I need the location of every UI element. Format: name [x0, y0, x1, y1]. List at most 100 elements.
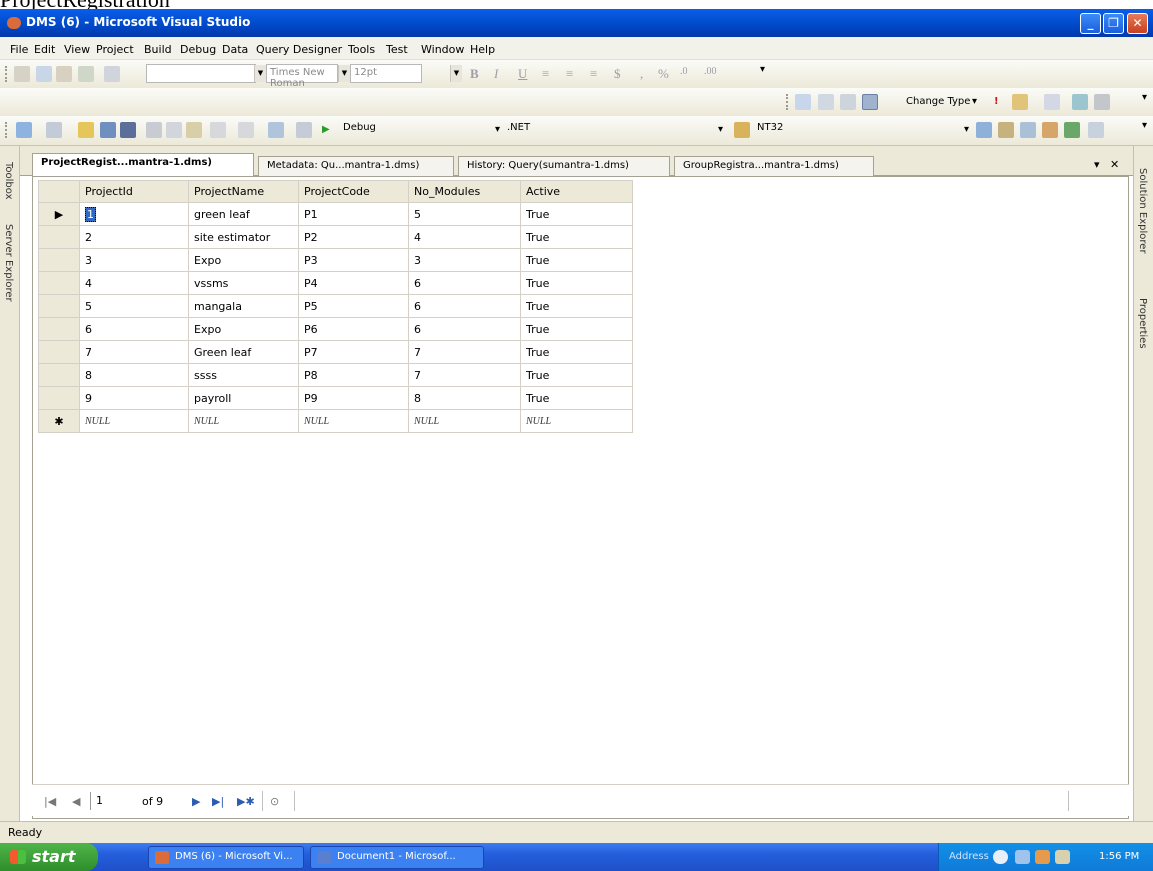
cell-project-code[interactable]: P7	[298, 340, 409, 364]
row-header[interactable]	[38, 248, 80, 272]
cell-project-id[interactable]: 1	[79, 202, 189, 226]
cell-active[interactable]: True	[520, 225, 633, 249]
start-page-icon[interactable]	[1064, 122, 1080, 138]
cell-project-id[interactable]: 5	[79, 294, 189, 318]
cell-project-name[interactable]: Expo	[188, 248, 299, 272]
table-row[interactable]: ▶ 1 green leaf P1 5 True	[38, 202, 633, 226]
cell-project-code[interactable]: P6	[298, 317, 409, 341]
verify-sql-icon[interactable]	[1012, 94, 1028, 110]
cell-project-name[interactable]: vssms	[188, 271, 299, 295]
column-header[interactable]: ProjectId	[79, 180, 189, 203]
cell-value[interactable]: 1	[85, 206, 96, 222]
add-derived-table-icon[interactable]	[1094, 94, 1110, 110]
cell-no-modules[interactable]: 7	[408, 363, 521, 387]
cell-active[interactable]: True	[520, 363, 633, 387]
brush-icon[interactable]	[56, 66, 72, 82]
table-row[interactable]: 4 vssms P4 6 True	[38, 271, 633, 295]
cell-project-id[interactable]: 8	[79, 363, 189, 387]
platform-select[interactable]: .NET	[504, 120, 644, 139]
cell-project-id[interactable]: 7	[79, 340, 189, 364]
navigate-backward-icon[interactable]	[268, 122, 284, 138]
cell-project-name[interactable]: ssss	[188, 363, 299, 387]
menu-test[interactable]: Test	[386, 43, 408, 56]
save-all-icon[interactable]	[120, 122, 136, 138]
change-type-button[interactable]: Change Type	[906, 96, 970, 107]
tab-history-query[interactable]: History: Query(sumantra-1.dms)	[458, 156, 670, 176]
cell-no-modules[interactable]: 3	[408, 248, 521, 272]
table-row[interactable]: 9 payroll P9 8 True	[38, 386, 633, 410]
font-dropdown-arrow[interactable]: ▼	[338, 65, 350, 82]
align-left-icon[interactable]: ≡	[542, 66, 549, 82]
currency-icon[interactable]: $	[614, 66, 621, 82]
add-item-icon[interactable]	[46, 122, 62, 138]
last-record-icon[interactable]: ▶|	[212, 795, 224, 808]
bold-icon[interactable]: B	[470, 66, 479, 82]
cell-project-code[interactable]: P9	[298, 386, 409, 410]
underline-icon[interactable]: U	[518, 66, 527, 82]
cell-project-code[interactable]: P2	[298, 225, 409, 249]
close-button[interactable]: ✕	[1127, 13, 1148, 34]
undo-icon[interactable]	[210, 122, 226, 138]
align-right-icon[interactable]: ≡	[590, 66, 597, 82]
style-icon[interactable]	[36, 66, 52, 82]
cell-active[interactable]: True	[520, 340, 633, 364]
font-name-select[interactable]: Times New Roman	[266, 64, 338, 89]
cell-project-code[interactable]: P5	[298, 294, 409, 318]
add-table-icon[interactable]	[1072, 94, 1088, 110]
new-project-icon[interactable]	[16, 122, 32, 138]
cell-no-modules[interactable]: 6	[408, 317, 521, 341]
column-header[interactable]: ProjectCode	[298, 180, 409, 203]
toolbox-icon[interactable]	[1042, 122, 1058, 138]
cell-project-name[interactable]: Expo	[188, 317, 299, 341]
solution-explorer-icon[interactable]	[976, 122, 992, 138]
cell-null[interactable]: NULL	[408, 409, 521, 433]
find-input[interactable]: NT32	[754, 120, 954, 139]
address-label[interactable]: Address	[949, 851, 989, 862]
toolbox-tab[interactable]: Toolbox	[3, 162, 14, 200]
cell-project-name[interactable]: site estimator	[188, 225, 299, 249]
solution-explorer-tab[interactable]: Solution Explorer	[1137, 168, 1148, 254]
new-row[interactable]: ✱ NULL NULL NULL NULL NULL	[38, 409, 633, 433]
menu-view[interactable]: View	[64, 43, 90, 56]
row-header-corner[interactable]	[38, 180, 80, 203]
align-center-icon[interactable]: ≡	[566, 66, 573, 82]
cell-project-name[interactable]: payroll	[188, 386, 299, 410]
tray-utility-icon[interactable]	[1055, 850, 1070, 864]
table-row[interactable]: 3 Expo P3 3 True	[38, 248, 633, 272]
percent-icon[interactable]: %	[658, 66, 669, 82]
find-combo-dropdown-icon[interactable]: ▾	[964, 124, 969, 135]
cell-no-modules[interactable]: 5	[408, 202, 521, 226]
tray-app-icon[interactable]	[1035, 850, 1050, 864]
style-dropdown-arrow[interactable]: ▼	[254, 65, 266, 82]
cell-project-code[interactable]: P4	[298, 271, 409, 295]
cell-no-modules[interactable]: 4	[408, 225, 521, 249]
menu-debug[interactable]: Debug	[180, 43, 216, 56]
cell-project-id[interactable]: 6	[79, 317, 189, 341]
align-icon[interactable]	[14, 66, 30, 82]
cell-project-code[interactable]: P3	[298, 248, 409, 272]
diagram-pane-icon[interactable]	[795, 94, 811, 110]
print-icon[interactable]	[104, 66, 120, 82]
cell-project-id[interactable]: 3	[79, 248, 189, 272]
address-toggle-icon[interactable]	[993, 850, 1008, 864]
menu-tools[interactable]: Tools	[348, 43, 375, 56]
cell-null[interactable]: NULL	[79, 409, 189, 433]
properties-icon[interactable]	[998, 122, 1014, 138]
cell-active[interactable]: True	[520, 248, 633, 272]
row-header[interactable]	[38, 386, 80, 410]
increase-decimal-icon[interactable]: .0	[680, 66, 688, 77]
style-select[interactable]	[146, 64, 256, 83]
menu-build[interactable]: Build	[144, 43, 172, 56]
current-record-input[interactable]: 1	[90, 792, 140, 810]
more-windows-icon[interactable]	[1088, 122, 1104, 138]
italic-icon[interactable]: I	[494, 66, 498, 82]
criteria-pane-icon[interactable]	[818, 94, 834, 110]
link-icon[interactable]	[78, 66, 94, 82]
paste-icon[interactable]	[186, 122, 202, 138]
toolbar-overflow-icon[interactable]: ▾	[1142, 92, 1147, 103]
menu-project[interactable]: Project	[96, 43, 134, 56]
decrease-decimal-icon[interactable]: .00	[704, 66, 717, 77]
toolbar-grip[interactable]	[5, 122, 8, 138]
column-header[interactable]: ProjectName	[188, 180, 299, 203]
row-header[interactable]	[38, 294, 80, 318]
